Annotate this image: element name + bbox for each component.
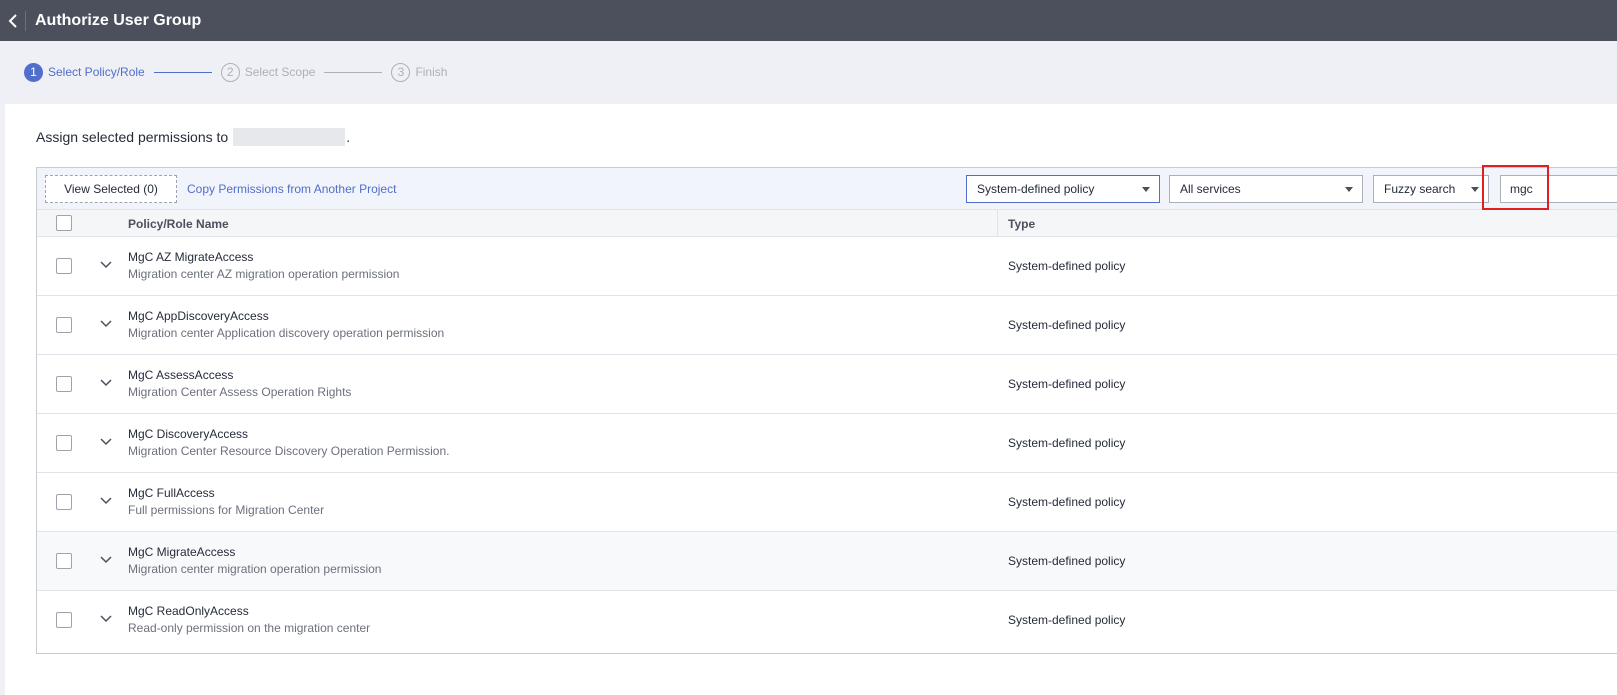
service-select[interactable]: All services (1169, 175, 1363, 203)
search-mode-select[interactable]: Fuzzy search (1373, 175, 1489, 203)
policy-type: System-defined policy (1008, 495, 1126, 509)
step-number: 3 (391, 62, 411, 82)
policy-type: System-defined policy (1008, 613, 1126, 627)
select-all-checkbox[interactable] (56, 215, 72, 231)
step-label: Finish (415, 65, 448, 79)
step-select-scope: 2 Select Scope (220, 62, 316, 82)
caret-down-icon (1345, 187, 1353, 192)
row-checkbox[interactable] (56, 317, 72, 333)
service-value: All services (1180, 182, 1241, 196)
table-row: MgC DiscoveryAccess Migration Center Res… (37, 414, 1617, 473)
policy-name: MgC ReadOnlyAccess (128, 604, 249, 618)
policy-name: MgC DiscoveryAccess (128, 427, 249, 441)
row-checkbox[interactable] (56, 376, 72, 392)
chevron-left-icon (8, 13, 17, 28)
policy-type-value: System-defined policy (977, 182, 1095, 196)
row-checkbox[interactable] (56, 435, 72, 451)
stepper: 1 Select Policy/Role 2 Select Scope 3 Fi… (24, 61, 447, 83)
step-label: Select Policy/Role (48, 65, 145, 79)
search-mode-value: Fuzzy search (1384, 182, 1456, 196)
caret-down-icon (1471, 187, 1479, 192)
policy-name: MgC MigrateAccess (128, 545, 236, 559)
search-input[interactable] (1500, 175, 1617, 203)
column-divider (997, 210, 998, 237)
expand-row-button[interactable] (98, 434, 114, 450)
policy-name: MgC AppDiscoveryAccess (128, 309, 269, 323)
step-label: Select Scope (244, 65, 316, 79)
chevron-down-icon (100, 379, 112, 387)
chevron-down-icon (100, 556, 112, 564)
policy-description: Migration Center Resource Discovery Oper… (128, 444, 450, 458)
step-finish: 3 Finish (391, 62, 448, 82)
chevron-down-icon (100, 320, 112, 328)
table-row: MgC MigrateAccess Migration center migra… (37, 532, 1617, 591)
expand-row-button[interactable] (98, 375, 114, 391)
top-bar: Authorize User Group (0, 0, 1617, 41)
policy-name: MgC FullAccess (128, 486, 215, 500)
assign-description: Assign selected permissions to . (36, 128, 350, 146)
page-title: Authorize User Group (35, 11, 202, 29)
policy-type: System-defined policy (1008, 259, 1126, 273)
chevron-down-icon (100, 615, 112, 623)
row-checkbox[interactable] (56, 553, 72, 569)
table-row: MgC ReadOnlyAccess Read-only permission … (37, 591, 1617, 650)
table-row: MgC AppDiscoveryAccess Migration center … (37, 296, 1617, 355)
copy-permissions-link[interactable]: Copy Permissions from Another Project (187, 182, 396, 196)
expand-row-button[interactable] (98, 611, 114, 627)
row-checkbox[interactable] (56, 258, 72, 274)
assign-suffix: . (346, 129, 351, 145)
table-header: Policy/Role Name Type (37, 210, 1617, 237)
policy-type: System-defined policy (1008, 377, 1126, 391)
step-number: 2 (220, 62, 240, 82)
main-card: Assign selected permissions to . View Se… (5, 104, 1617, 695)
table-row: MgC AssessAccess Migration Center Assess… (37, 355, 1617, 414)
table-row: MgC AZ MigrateAccess Migration center AZ… (37, 237, 1617, 296)
back-button[interactable] (0, 10, 26, 31)
policy-description: Full permissions for Migration Center (128, 503, 325, 517)
policy-description: Migration Center Assess Operation Rights (128, 385, 352, 399)
policy-description: Migration center Application discovery o… (128, 326, 445, 340)
chevron-down-icon (100, 438, 112, 446)
chevron-down-icon (100, 497, 112, 505)
expand-row-button[interactable] (98, 257, 114, 273)
policy-table: View Selected (0) Copy Permissions from … (36, 165, 1617, 654)
step-number: 1 (24, 62, 43, 82)
policy-description: Read-only permission on the migration ce… (128, 621, 371, 635)
column-header-type: Type (1008, 217, 1036, 231)
policy-name: MgC AZ MigrateAccess (128, 250, 254, 264)
view-selected-button[interactable]: View Selected (0) (45, 175, 177, 203)
caret-down-icon (1142, 187, 1150, 192)
row-checkbox[interactable] (56, 612, 72, 628)
policy-type: System-defined policy (1008, 318, 1126, 332)
row-checkbox[interactable] (56, 494, 72, 510)
policy-type: System-defined policy (1008, 436, 1126, 450)
step-select-policy: 1 Select Policy/Role (24, 62, 145, 82)
column-header-name: Policy/Role Name (128, 217, 229, 231)
policy-type: System-defined policy (1008, 554, 1126, 568)
chevron-down-icon (100, 261, 112, 269)
policy-description: Migration center migration operation per… (128, 562, 382, 576)
policy-description: Migration center AZ migration operation … (128, 267, 400, 281)
step-connector (153, 71, 212, 73)
expand-row-button[interactable] (98, 493, 114, 509)
step-connector (324, 71, 383, 73)
expand-row-button[interactable] (98, 552, 114, 568)
table-row: MgC FullAccess Full permissions for Migr… (37, 473, 1617, 532)
policy-name: MgC AssessAccess (128, 368, 234, 382)
assign-prefix: Assign selected permissions to (36, 129, 229, 145)
policy-type-select[interactable]: System-defined policy (966, 175, 1160, 203)
table-toolbar: View Selected (0) Copy Permissions from … (37, 165, 1617, 210)
masked-group-name (233, 128, 346, 146)
expand-row-button[interactable] (98, 316, 114, 332)
